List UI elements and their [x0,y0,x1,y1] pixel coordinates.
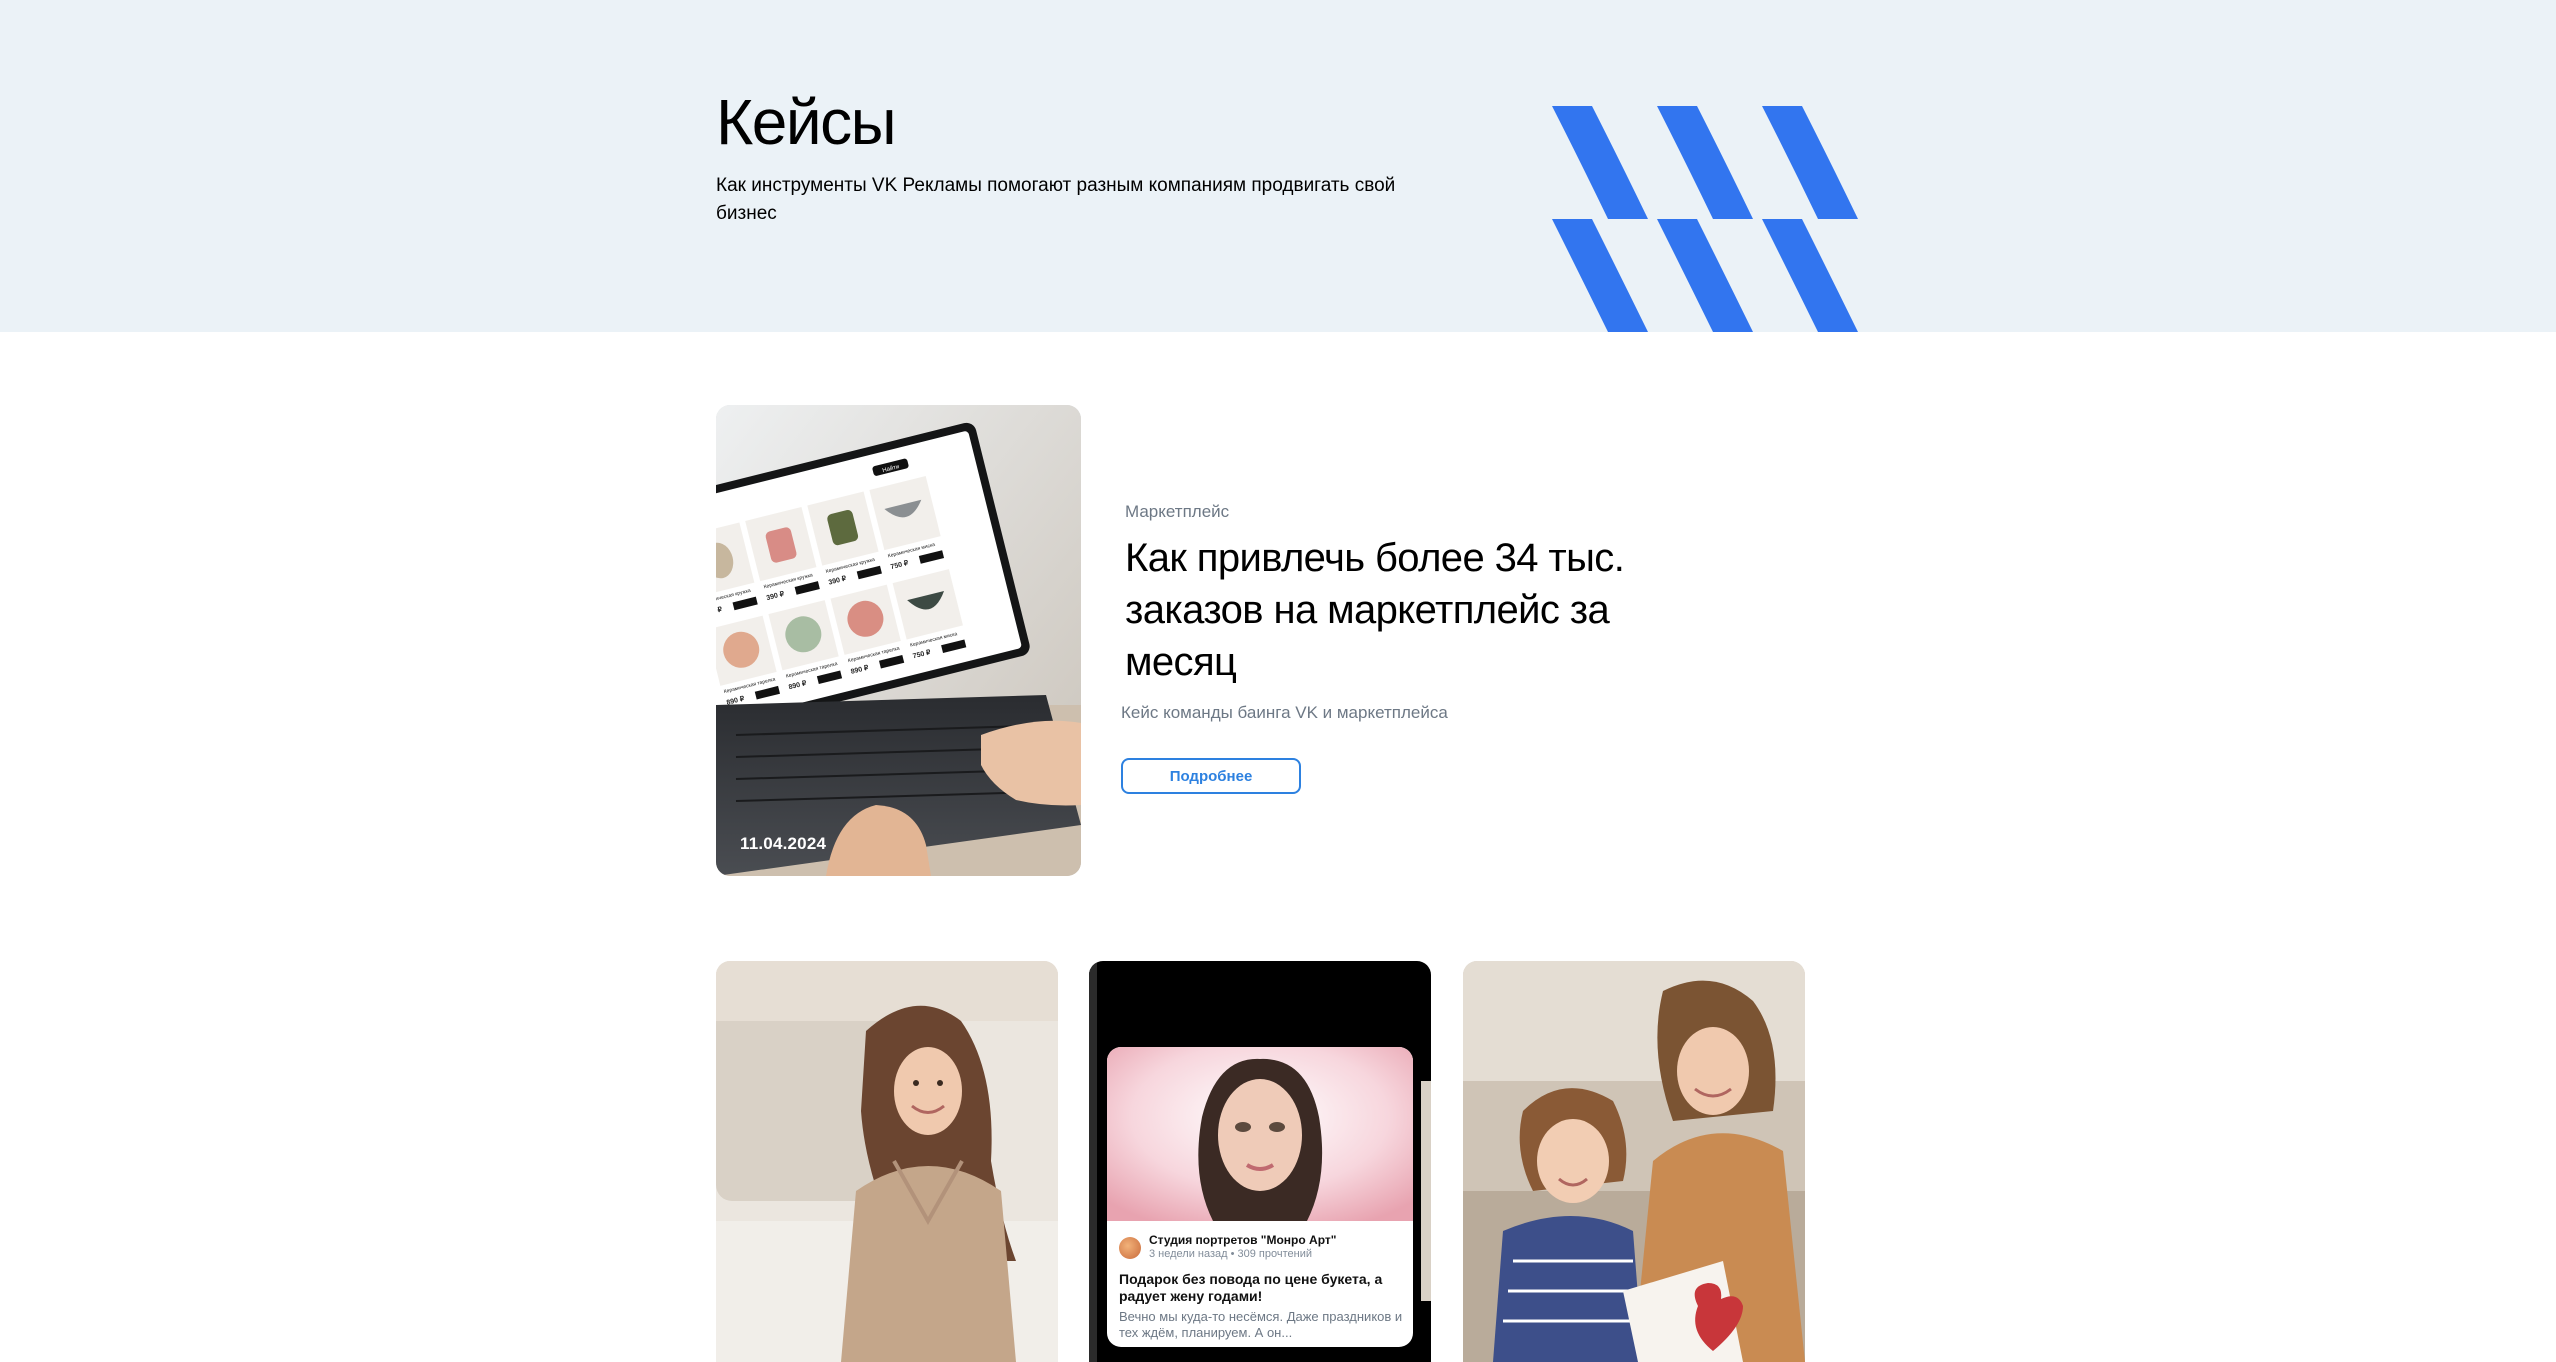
woman-in-bed-photo [716,961,1058,1362]
featured-case-description: Кейс команды баинга VK и маркетплейса [1121,703,1448,722]
case-card-2[interactable]: Студия портретов "Монро Арт" 3 недели на… [1089,961,1431,1362]
author-avatar [1119,1237,1141,1259]
page-title: Кейсы [716,86,897,158]
featured-case-category: Маркетплейс [1125,502,1230,521]
case-card-1[interactable] [716,961,1058,1362]
page-subtitle: Как инструменты VK Рекламы помогают разн… [716,175,1396,224]
post-meta: 3 недели назад • 309 прочтений [1149,1248,1313,1260]
laptop-illustration: Найти Керамическая кружка Керамическая к… [716,405,1081,876]
post-author-row: Студия портретов "Монро Арт" 3 недели на… [1119,1233,1409,1267]
featured-case-date: 11.04.2024 [740,834,827,853]
post-preview: Студия портретов "Монро Арт" 3 недели на… [1107,1047,1413,1347]
featured-case-image[interactable]: Найти Керамическая кружка Керамическая к… [716,405,1081,876]
read-more-button[interactable]: Подробнее [1121,758,1301,794]
card-side-strip [1421,1081,1431,1301]
post-author: Студия портретов "Монро Арт" [1149,1233,1337,1247]
hero-banner: Кейсы Как инструменты VK Рекламы помогаю… [0,0,2556,332]
portrait-painting-image [1107,1047,1413,1221]
card-side-strip [1089,961,1097,1362]
case-card-3[interactable] [1463,961,1805,1362]
post-body: Вечно мы куда-то несёмся. Даже празднико… [1119,1309,1403,1340]
vk-ads-stripes-logo [1552,106,1858,332]
post-headline: Подарок без повода по цене букета, а рад… [1119,1271,1383,1304]
featured-case-title[interactable]: Как привлечь более 34 тыс. заказов на ма… [1125,532,1685,688]
mother-and-daughter-photo [1463,961,1805,1362]
